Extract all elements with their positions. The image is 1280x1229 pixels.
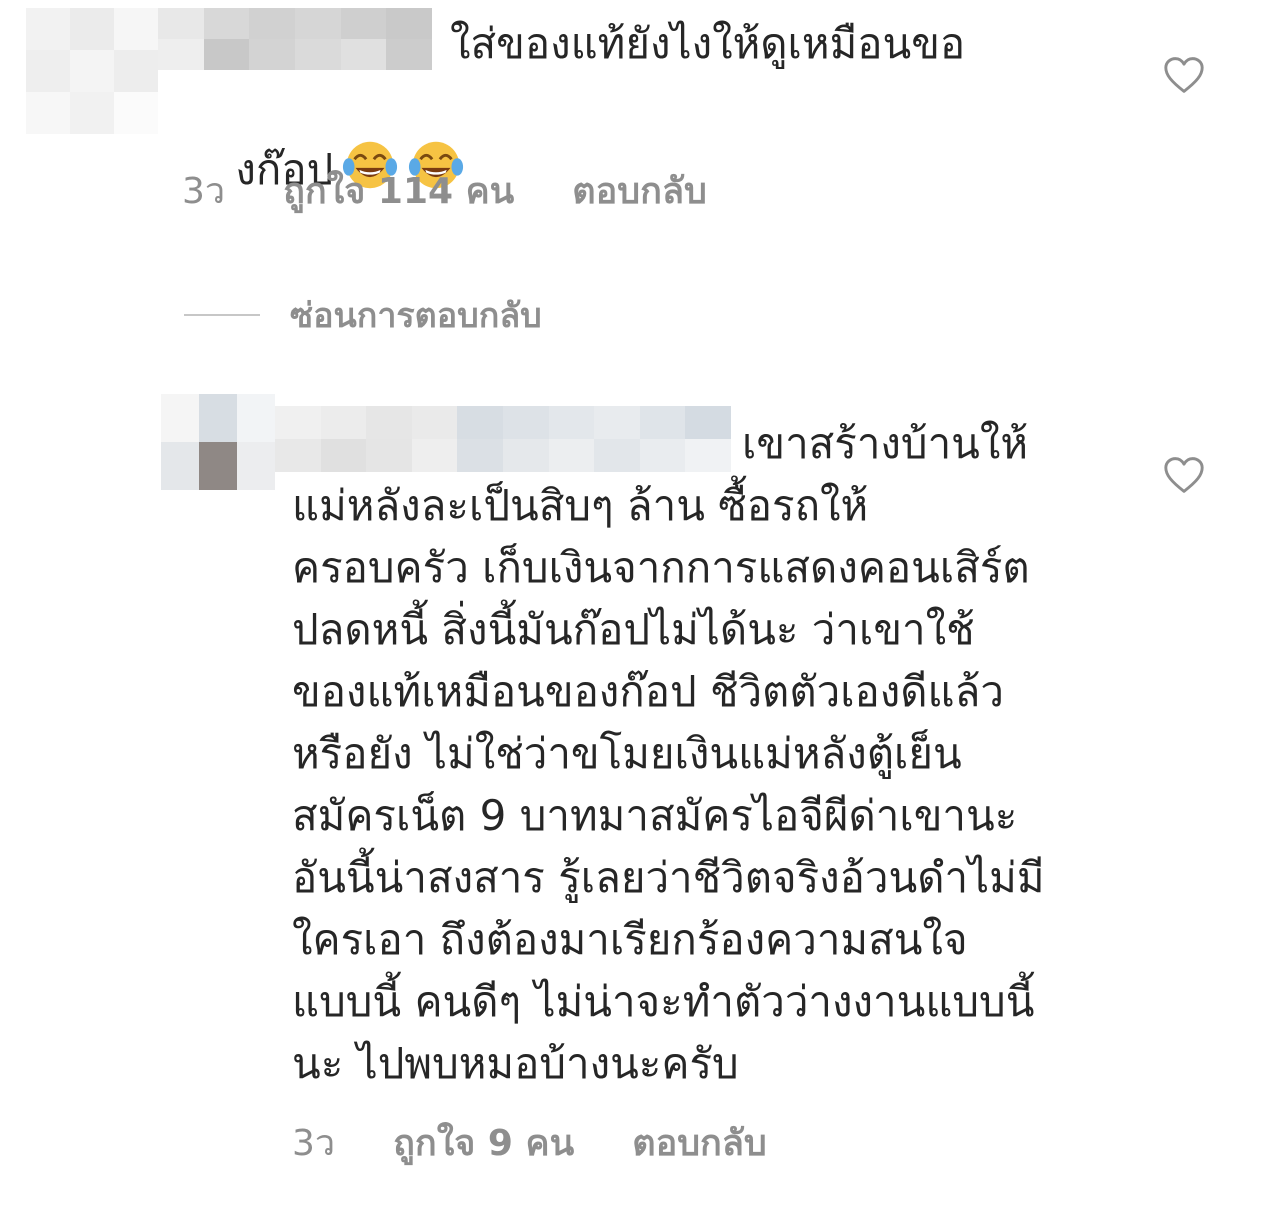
- comment-2-likes[interactable]: ถูกใจ 9 คน: [393, 1114, 574, 1171]
- comment-2-line: ครอบครัว เก็บเงินจากการแสดงคอนเสิร์ต: [292, 543, 1030, 592]
- comment-2-time: 3ว: [292, 1123, 336, 1164]
- heart-outline-icon[interactable]: [1162, 55, 1206, 95]
- comment-2-line: สมัครเน็ต 9 บาทมาสมัครไอจีผีด่าเขานะ: [292, 791, 1018, 840]
- hide-replies-button[interactable]: ซ่อนการตอบกลับ: [184, 288, 542, 342]
- comment-2-meta: 3ว ถูกใจ 9 คน ตอบกลับ: [292, 1114, 767, 1171]
- username-pixelated[interactable]: [158, 8, 432, 70]
- comment-2-line: แม่หลังละเป็นสิบๆ ล้าน ซื้อรถให้: [292, 481, 869, 530]
- comment-2: เขาสร้างบ้านให้ แม่หลังละเป็นสิบๆ ล้าน ซ…: [0, 392, 1280, 1182]
- hide-replies-label: ซ่อนการตอบกลับ: [290, 296, 542, 336]
- comment-2-reply-button[interactable]: ตอบกลับ: [632, 1114, 767, 1171]
- comment-1-meta: 3ว ถูกใจ 114 คน ตอบกลับ: [182, 162, 707, 219]
- comment-2-line: อันนี้น่าสงสาร รู้เลยว่าชีวิตจริงอ้วนดำไ…: [292, 853, 1045, 902]
- comment-2-line: ใครเอา ถึงต้องมาเรียกร้องความสนใจ: [292, 915, 968, 964]
- username-pixelated[interactable]: [275, 406, 731, 472]
- hide-replies-divider: [184, 314, 260, 316]
- comment-2-line: ของแท้เหมือนของก๊อป ชีวิตตัวเองดีแล้ว: [292, 667, 1004, 716]
- avatar-pixelated[interactable]: [26, 8, 158, 134]
- comment-2-line: ปลดหนี้ สิ่งนี้มันก๊อปไม่ได้นะ ว่าเขาใช้: [292, 605, 975, 654]
- comment-1-likes[interactable]: ถูกใจ 114 คน: [283, 162, 514, 219]
- comment-2-first-line: เขาสร้างบ้านให้: [742, 419, 1029, 468]
- avatar-pixelated[interactable]: [161, 394, 275, 490]
- comment-1-reply-button[interactable]: ตอบกลับ: [572, 162, 707, 219]
- heart-outline-icon[interactable]: [1162, 455, 1206, 495]
- comment-1-time: 3ว: [182, 171, 226, 212]
- comment-2-line: หรือยัง ไม่ใช่ว่าขโมยเงินแม่หลังตู้เย็น: [292, 729, 962, 778]
- comment-2-line: แบบนี้ คนดีๆ ไม่น่าจะทำตัวว่างงานแบบนี้: [292, 977, 1035, 1026]
- comment-2-line: นะ ไปพบหมอบ้างนะครับ: [292, 1039, 739, 1088]
- comment-1-text-line1: ใส่ของแท้ยังไงให้ดูเหมือนขอ: [450, 19, 966, 68]
- comment-1: ใส่ของแท้ยังไงให้ดูเหมือนขอ งก๊อป 3ว ถูก…: [0, 0, 1280, 230]
